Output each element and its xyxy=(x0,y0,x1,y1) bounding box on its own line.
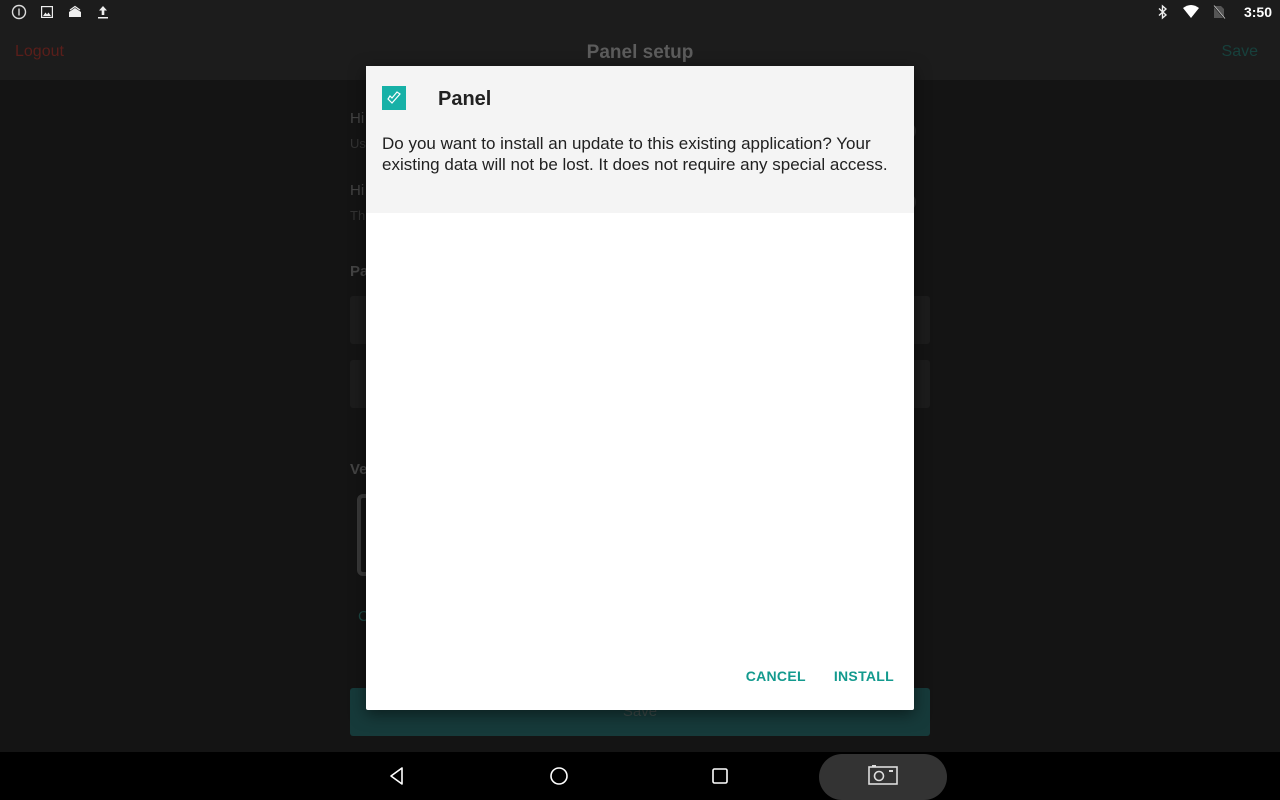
setting-title: Hi xyxy=(350,110,365,127)
dialog-actions: CANCEL INSTALL xyxy=(746,668,894,684)
info-icon xyxy=(10,3,28,21)
screenshot-button[interactable] xyxy=(819,754,947,800)
recents-icon[interactable] xyxy=(708,764,732,788)
save-button[interactable]: Save xyxy=(1222,43,1258,61)
setting-subtitle: Th xyxy=(350,208,366,223)
dialog-message: Do you want to install an update to this… xyxy=(382,134,888,174)
cancel-button[interactable]: CANCEL xyxy=(746,668,806,684)
install-button[interactable]: INSTALL xyxy=(834,668,894,684)
panel-app-icon xyxy=(382,86,406,110)
navigation-bar xyxy=(0,752,1280,800)
dialog-header: Panel Do you want to install an update t… xyxy=(366,66,914,213)
install-dialog: Panel Do you want to install an update t… xyxy=(366,66,914,710)
camera-icon xyxy=(867,764,899,791)
setting-title: Hi xyxy=(350,182,365,199)
clock: 3:50 xyxy=(1243,4,1272,20)
setting-subtitle: Us xyxy=(350,136,366,151)
wifi-icon xyxy=(1182,3,1200,21)
image-icon xyxy=(38,3,56,21)
back-icon[interactable] xyxy=(385,764,409,788)
page-title: Panel setup xyxy=(586,42,694,63)
dialog-title: Panel xyxy=(438,88,492,110)
section-heading: Ve xyxy=(350,461,368,478)
upload-icon xyxy=(94,3,112,21)
status-bar: 3:50 xyxy=(0,0,1280,24)
home-icon[interactable] xyxy=(547,764,571,788)
bluetooth-icon xyxy=(1154,3,1172,21)
home-upload-icon xyxy=(66,3,84,21)
no-sim-icon xyxy=(1210,3,1228,21)
